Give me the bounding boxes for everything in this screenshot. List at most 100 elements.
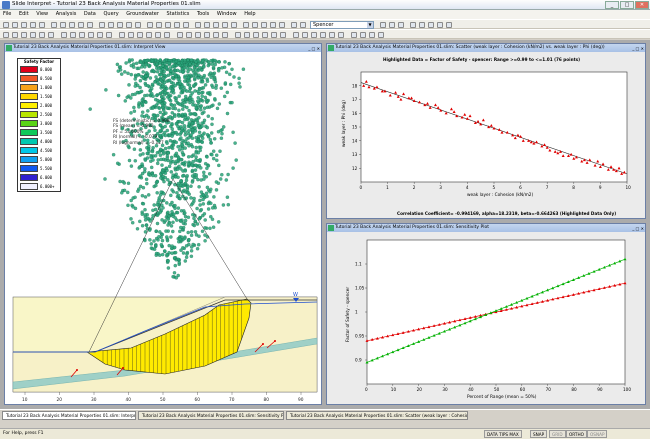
query-icon[interactable] <box>156 22 162 28</box>
status-grid[interactable]: GRID <box>549 430 566 438</box>
save-icon[interactable] <box>195 22 201 28</box>
zoom-in-icon[interactable] <box>87 22 93 28</box>
tool-9-icon[interactable] <box>88 32 94 38</box>
menu-view[interactable]: View <box>33 10 51 19</box>
interpret-icon[interactable] <box>147 22 153 28</box>
menu-analysis[interactable]: Analysis <box>53 10 80 19</box>
sensitivity-window[interactable]: Tutorial 23 Back Analysis Material Prope… <box>326 223 646 405</box>
menu-window[interactable]: Window <box>214 10 240 19</box>
tool-12-icon[interactable] <box>119 32 125 38</box>
tool-17-icon[interactable] <box>164 32 170 38</box>
tool-31-icon[interactable] <box>302 32 308 38</box>
zoom-all-icon[interactable] <box>108 22 114 28</box>
status-snap[interactable]: SNAP <box>530 430 548 438</box>
paste-icon[interactable] <box>60 22 66 28</box>
compute-icon[interactable] <box>135 22 141 28</box>
new-icon[interactable] <box>174 22 180 28</box>
tool-6-icon[interactable] <box>61 32 67 38</box>
task-interpret-view[interactable]: Tutorial 23 Back Analysis Material Prope… <box>2 411 136 420</box>
select-icon[interactable] <box>126 22 132 28</box>
interpret-view-window[interactable]: Tutorial 23 Back Analysis Material Prope… <box>4 43 322 405</box>
tool-28-icon[interactable] <box>271 32 277 38</box>
open-icon[interactable] <box>428 22 434 28</box>
tool-21-icon[interactable] <box>204 32 210 38</box>
cut-icon[interactable] <box>39 22 45 28</box>
tool-35-icon[interactable] <box>338 32 344 38</box>
print-icon[interactable] <box>204 22 210 28</box>
tool-13-icon[interactable] <box>128 32 134 38</box>
undo-icon[interactable] <box>69 22 75 28</box>
new-icon[interactable] <box>3 22 9 28</box>
scatter-window[interactable]: Tutorial 23 Back Analysis Material Prope… <box>326 43 646 219</box>
tool-2-icon[interactable] <box>21 32 27 38</box>
menu-file[interactable]: File <box>0 10 14 19</box>
tool-38-icon[interactable] <box>369 32 375 38</box>
tool-23-icon[interactable] <box>222 32 228 38</box>
maximize-button[interactable]: □ <box>620 1 634 9</box>
pan-icon[interactable] <box>117 22 123 28</box>
menu-statistics[interactable]: Statistics <box>164 10 193 19</box>
save-icon[interactable] <box>437 22 443 28</box>
menu-groundwater[interactable]: Groundwater <box>123 10 162 19</box>
tool-4-icon[interactable] <box>39 32 45 38</box>
open-icon[interactable] <box>183 22 189 28</box>
tool-26-icon[interactable] <box>253 32 259 38</box>
window-controls[interactable]: _ □ ✕ <box>302 45 320 52</box>
undo-icon[interactable] <box>243 22 249 28</box>
copy-icon[interactable] <box>222 22 228 28</box>
tool-30-icon[interactable] <box>293 32 299 38</box>
window-controls[interactable]: _ □ ✕ <box>626 45 644 52</box>
status-ortho[interactable]: ORTHO <box>566 430 587 438</box>
close-button[interactable]: ✕ <box>635 1 649 9</box>
tool-37-icon[interactable] <box>360 32 366 38</box>
task-scatter-plot[interactable]: Tutorial 23 Back Analysis Material Prope… <box>286 411 468 420</box>
analysis-method-select[interactable]: Spencer ▼ <box>310 21 374 29</box>
menu-help[interactable]: Help <box>241 10 258 19</box>
tool-19-icon[interactable] <box>186 32 192 38</box>
graph-icon[interactable] <box>165 22 171 28</box>
status-osnap[interactable]: OSNAP <box>587 430 608 438</box>
tool-14-icon[interactable] <box>137 32 143 38</box>
graph-icon[interactable] <box>410 22 416 28</box>
paste-icon[interactable] <box>231 22 237 28</box>
menu-edit[interactable]: Edit <box>16 10 32 19</box>
tool-18-icon[interactable] <box>177 32 183 38</box>
cut-icon[interactable] <box>213 22 219 28</box>
tool-34-icon[interactable] <box>329 32 335 38</box>
tool-8-icon[interactable] <box>79 32 85 38</box>
status-data-tips[interactable]: DATA TIPS MAX <box>484 430 522 438</box>
print-icon[interactable] <box>30 22 36 28</box>
zoom-all-icon[interactable] <box>279 22 285 28</box>
task-sensitivity-plot[interactable]: Tutorial 23 Back Analysis Material Prope… <box>138 411 284 420</box>
menu-tools[interactable]: Tools <box>194 10 212 19</box>
tool-29-icon[interactable] <box>280 32 286 38</box>
print-icon[interactable] <box>446 22 452 28</box>
zoom-out-icon[interactable] <box>99 22 105 28</box>
interpret-icon[interactable] <box>389 22 395 28</box>
zoom-in-icon[interactable] <box>261 22 267 28</box>
tool-27-icon[interactable] <box>262 32 268 38</box>
tool-32-icon[interactable] <box>311 32 317 38</box>
tool-24-icon[interactable] <box>235 32 241 38</box>
pan-icon[interactable] <box>291 22 297 28</box>
tool-25-icon[interactable] <box>244 32 250 38</box>
tool-22-icon[interactable] <box>213 32 219 38</box>
redo-icon[interactable] <box>78 22 84 28</box>
tool-33-icon[interactable] <box>320 32 326 38</box>
tool-16-icon[interactable] <box>155 32 161 38</box>
save-icon[interactable] <box>21 22 27 28</box>
tool-0-icon[interactable] <box>3 32 9 38</box>
minimize-button[interactable]: _ <box>605 1 619 9</box>
menu-data[interactable]: Data <box>81 10 99 19</box>
sensitivity-chart[interactable]: 0 10 20 30 40 50 60 70 80 90 100 0.9 0.95 1 1.05 1.1 Per… <box>327 234 645 404</box>
select-icon[interactable] <box>300 22 306 28</box>
tool-7-icon[interactable] <box>70 32 76 38</box>
window-controls[interactable]: _ □ ✕ <box>626 225 644 232</box>
scatter-chart[interactable]: 0 1 2 3 4 5 6 7 8 9 1012131415161718weak layer : C… <box>327 62 645 212</box>
tool-10-icon[interactable] <box>97 32 103 38</box>
tool-15-icon[interactable] <box>146 32 152 38</box>
tool-36-icon[interactable] <box>351 32 357 38</box>
compute-icon[interactable] <box>380 22 386 28</box>
tool-39-icon[interactable] <box>378 32 384 38</box>
redo-icon[interactable] <box>252 22 258 28</box>
